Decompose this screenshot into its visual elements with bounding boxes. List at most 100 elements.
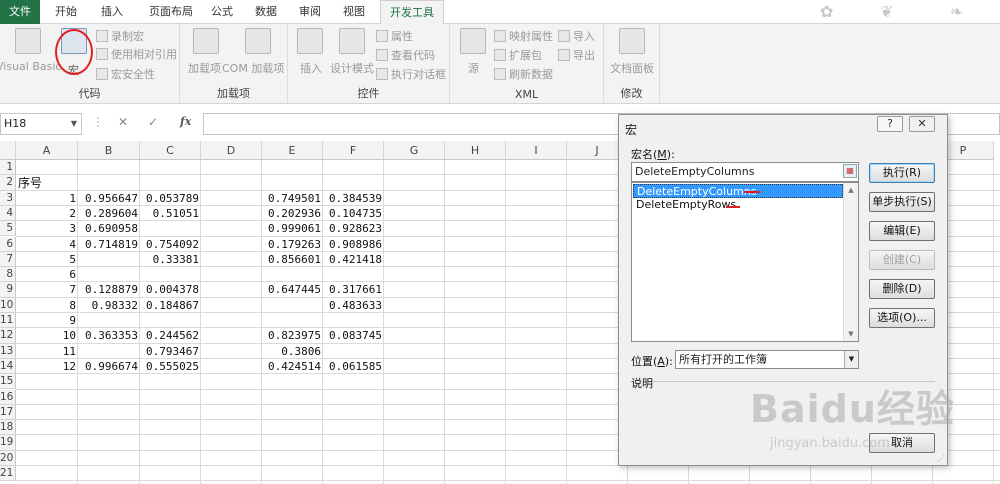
cell[interactable]: 10	[18, 328, 76, 344]
row-header-11[interactable]: 11	[0, 313, 16, 329]
column-header-d[interactable]: D	[201, 141, 262, 160]
scroll-down-icon[interactable]: ▼	[844, 327, 858, 341]
row-header-21[interactable]: 21	[0, 466, 16, 482]
tab-page-layout[interactable]: 页面布局	[138, 0, 204, 24]
cell[interactable]: 0.004378	[142, 282, 199, 298]
cell[interactable]: 0.98332	[80, 298, 138, 314]
row-header-18[interactable]: 18	[0, 420, 16, 436]
tab-home[interactable]: 开始	[46, 0, 86, 24]
cell[interactable]: 0.793467	[142, 344, 199, 360]
list-scrollbar[interactable]: ▲ ▼	[843, 183, 858, 341]
column-header-f[interactable]: F	[323, 141, 384, 160]
cell[interactable]: 2	[18, 206, 76, 222]
cell[interactable]: 0.317661	[325, 282, 382, 298]
row-header-6[interactable]: 6	[0, 236, 16, 252]
row-header-20[interactable]: 20	[0, 450, 16, 466]
xml-export-button[interactable]: 导出	[558, 47, 595, 65]
visual-basic-button[interactable]: Visual Basic	[0, 28, 61, 73]
macro-name-input[interactable]: DeleteEmptyColumns	[631, 162, 859, 182]
relative-references-button[interactable]: 使用相对引用	[96, 46, 177, 64]
tab-developer[interactable]: 开发工具	[380, 0, 444, 25]
cell[interactable]: 6	[18, 267, 76, 283]
cell[interactable]: 0.754092	[142, 237, 199, 253]
addins-button[interactable]: 加载项	[186, 28, 226, 75]
step-into-button[interactable]: 单步执行(S)	[869, 192, 935, 212]
row-header-16[interactable]: 16	[0, 389, 16, 405]
design-mode-button[interactable]: 设计模式	[330, 28, 374, 75]
cell[interactable]: 0.128879	[80, 282, 138, 298]
row-header-1[interactable]: 1	[0, 160, 16, 176]
cell[interactable]: 3	[18, 221, 76, 237]
cell[interactable]: 0.363353	[80, 328, 138, 344]
resize-grip-icon[interactable]: ⋰	[937, 454, 945, 463]
edit-button[interactable]: 编辑(E)	[869, 221, 935, 241]
record-macro-button[interactable]: 录制宏	[96, 28, 144, 46]
insert-control-button[interactable]: 插入	[294, 28, 326, 75]
select-all-corner[interactable]	[0, 141, 16, 160]
location-select[interactable]: 所有打开的工作簿 ▼	[675, 350, 859, 369]
tab-view[interactable]: 视图	[338, 0, 370, 24]
enter-formula-icon[interactable]: ✓	[148, 115, 158, 129]
cell[interactable]: 0.3806	[264, 344, 321, 360]
row-header-10[interactable]: 10	[0, 297, 16, 313]
cell[interactable]: 0.690958	[80, 221, 138, 237]
row-header-15[interactable]: 15	[0, 374, 16, 390]
scroll-up-icon[interactable]: ▲	[844, 183, 858, 197]
document-panel-button[interactable]: 文档面板	[610, 28, 654, 75]
cell[interactable]: 0.289604	[80, 206, 138, 222]
cell[interactable]: 0.483633	[325, 298, 382, 314]
insert-function-icon[interactable]: fx	[180, 115, 191, 128]
row-header-13[interactable]: 13	[0, 343, 16, 359]
column-header-c[interactable]: C	[140, 141, 201, 160]
options-button[interactable]: 选项(O)...	[869, 308, 935, 328]
cell[interactable]: 0.908986	[325, 237, 382, 253]
cell[interactable]: 0.184867	[142, 298, 199, 314]
cell[interactable]: 0.202936	[264, 206, 321, 222]
tab-data[interactable]: 数据	[250, 0, 282, 24]
cell[interactable]: 4	[18, 237, 76, 253]
row-header-3[interactable]: 3	[0, 190, 16, 206]
cell[interactable]: 1	[18, 191, 76, 207]
expansion-packs-button[interactable]: 扩展包	[494, 47, 542, 65]
cell[interactable]: 0.104735	[325, 206, 382, 222]
run-button[interactable]: 执行(R)	[869, 163, 935, 183]
cell[interactable]: 11	[18, 344, 76, 360]
macro-security-button[interactable]: 宏安全性	[96, 66, 155, 84]
cell[interactable]: 0.51051	[142, 206, 199, 222]
macro-list[interactable]: DeleteEmptyColumns DeleteEmptyRows ▲ ▼	[631, 182, 859, 342]
xml-import-button[interactable]: 导入	[558, 28, 595, 46]
cell[interactable]: 0.244562	[142, 328, 199, 344]
close-button[interactable]: ✕	[909, 116, 935, 132]
delete-button[interactable]: 删除(D)	[869, 279, 935, 299]
row-header-12[interactable]: 12	[0, 328, 16, 344]
cell[interactable]: 7	[18, 282, 76, 298]
cell[interactable]: 0.384539	[325, 191, 382, 207]
row-header-5[interactable]: 5	[0, 221, 16, 237]
cell[interactable]: 12	[18, 359, 76, 375]
column-header-b[interactable]: B	[78, 141, 140, 160]
row-header-7[interactable]: 7	[0, 251, 16, 268]
properties-button[interactable]: 属性	[376, 28, 413, 46]
chevron-down-icon[interactable]: ▼	[71, 114, 77, 134]
cell[interactable]: 0.823975	[264, 328, 321, 344]
tab-review[interactable]: 审阅	[294, 0, 326, 24]
refresh-data-button[interactable]: 刷新数据	[494, 66, 553, 84]
row-header-8[interactable]: 8	[0, 267, 16, 283]
cell[interactable]: 0.33381	[142, 252, 199, 268]
column-header-h[interactable]: H	[445, 141, 506, 160]
collapse-dialog-icon[interactable]: ▦	[843, 164, 857, 178]
cell[interactable]: 0.647445	[264, 282, 321, 298]
cell[interactable]: 5	[18, 252, 76, 268]
cell[interactable]: 9	[18, 313, 76, 329]
com-addins-button[interactable]: COM 加载项	[222, 28, 286, 75]
column-header-a[interactable]: A	[16, 141, 78, 160]
row-header-19[interactable]: 19	[0, 435, 16, 451]
cell[interactable]: 序号	[18, 175, 76, 191]
cell[interactable]: 0.083745	[325, 328, 382, 344]
row-header-2[interactable]: 2	[0, 175, 16, 191]
column-header-i[interactable]: I	[506, 141, 567, 160]
column-header-g[interactable]: G	[384, 141, 445, 160]
cancel-formula-icon[interactable]: ✕	[118, 115, 128, 129]
cell[interactable]: 0.999061	[264, 221, 321, 237]
cell[interactable]: 0.956647	[80, 191, 138, 207]
